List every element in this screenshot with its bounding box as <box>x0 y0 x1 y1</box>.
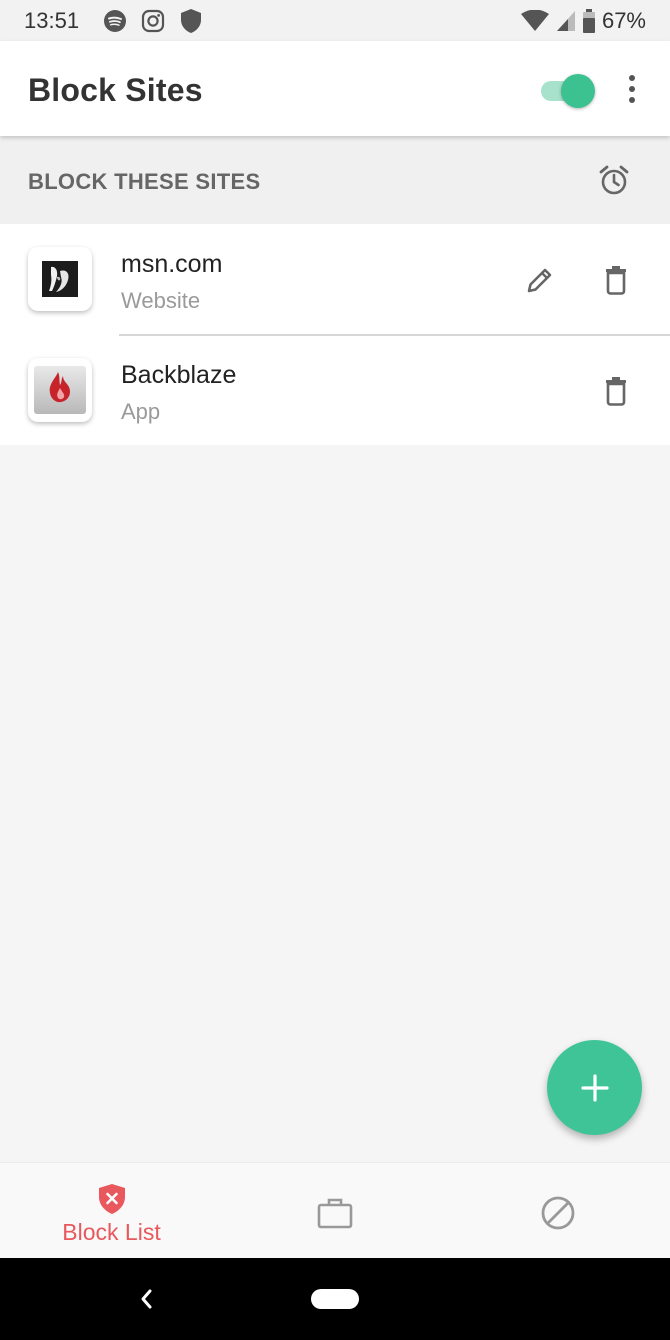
backblaze-icon <box>28 358 92 422</box>
app-bar: Block Sites <box>0 41 670 136</box>
shield-icon <box>181 9 201 33</box>
status-notification-icons <box>103 8 203 34</box>
home-pill-icon[interactable] <box>311 1289 359 1309</box>
blocked-icon <box>541 1196 575 1230</box>
signal-icon <box>556 11 575 31</box>
status-time: 13:51 <box>24 8 80 33</box>
nav-item-block-list[interactable]: Block List <box>40 1163 183 1259</box>
shield-x-icon <box>98 1184 125 1214</box>
status-bar: 13:51 67% <box>0 0 670 41</box>
toggle-thumb <box>561 74 595 108</box>
list-item[interactable]: msn.com Website <box>0 224 670 334</box>
item-title: msn.com <box>121 250 223 278</box>
alarm-icon[interactable] <box>598 164 630 196</box>
instagram-icon <box>141 9 165 33</box>
wifi-icon <box>520 10 549 31</box>
overflow-menu-icon[interactable] <box>618 71 646 107</box>
spotify-icon <box>104 10 126 32</box>
item-subtitle: App <box>121 399 161 424</box>
trash-icon <box>606 266 626 295</box>
battery-percent: 67% <box>601 8 646 33</box>
page-title: Block Sites <box>28 72 203 108</box>
block-toggle-switch[interactable] <box>541 74 597 108</box>
edit-button[interactable] <box>520 260 560 300</box>
delete-button[interactable] <box>596 371 636 411</box>
add-site-button[interactable] <box>547 1040 642 1135</box>
pencil-icon <box>527 268 552 293</box>
trash-icon <box>606 377 626 406</box>
back-icon[interactable] <box>135 1283 159 1315</box>
delete-button[interactable] <box>596 260 636 300</box>
status-system-icons: 67% <box>520 8 646 34</box>
nav-item-blocked[interactable] <box>518 1163 598 1259</box>
nav-label: Block List <box>62 1219 161 1245</box>
blocked-sites-list: msn.com Website Backblaze App <box>0 224 670 445</box>
battery-icon <box>582 9 595 33</box>
section-header: BLOCK THESE SITES <box>0 136 670 224</box>
bottom-navigation: Block List <box>0 1162 670 1258</box>
item-subtitle: Website <box>121 288 201 313</box>
nav-item-work[interactable] <box>295 1163 375 1259</box>
list-item[interactable]: Backblaze App <box>0 335 670 445</box>
item-title: Backblaze <box>121 361 237 389</box>
plus-icon <box>580 1073 609 1102</box>
msn-icon <box>28 247 92 311</box>
briefcase-icon <box>317 1198 353 1229</box>
section-title: BLOCK THESE SITES <box>28 169 261 194</box>
